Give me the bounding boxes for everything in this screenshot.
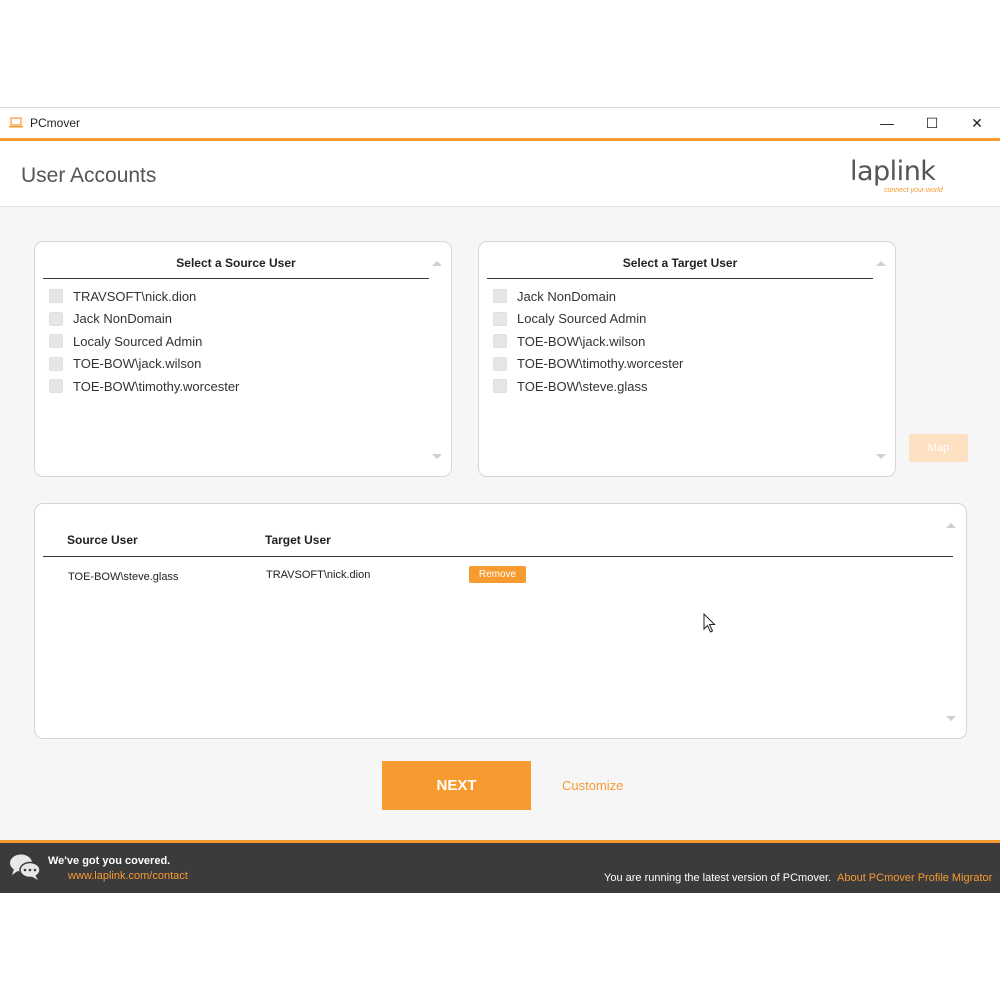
table-row: TOE-BOW\steve.glass TRAVSOFT\nick.dion R…	[35, 564, 945, 588]
close-button[interactable]: ✕	[954, 108, 1000, 138]
source-user-item[interactable]: Localy Sourced Admin	[49, 330, 239, 353]
checkbox[interactable]	[493, 289, 507, 304]
footer-tagline: We've got you covered.	[48, 855, 171, 867]
mapped-source-user: TOE-BOW\steve.glass	[68, 571, 179, 583]
scroll-down-arrow[interactable]	[876, 454, 886, 459]
scroll-up-arrow[interactable]	[876, 261, 886, 266]
checkbox[interactable]	[493, 311, 507, 326]
version-status: You are running the latest version of PC…	[604, 872, 832, 884]
footer: We've got you covered. www.laplink.com/c…	[0, 843, 1000, 893]
user-label: Localy Sourced Admin	[73, 333, 203, 349]
user-label: TOE-BOW\steve.glass	[517, 378, 648, 394]
source-user-item[interactable]: TOE-BOW\jack.wilson	[49, 353, 239, 376]
contact-link[interactable]: www.laplink.com/contact	[68, 870, 188, 882]
user-label: TOE-BOW\jack.wilson	[517, 333, 646, 349]
remove-button[interactable]: Remove	[469, 566, 526, 583]
mapped-target-user: TRAVSOFT\nick.dion	[266, 569, 371, 581]
target-user-panel: Select a Target User Jack NonDomain Loca…	[478, 241, 896, 477]
source-panel-heading: Select a Source User	[43, 255, 429, 279]
checkbox[interactable]	[49, 311, 63, 326]
user-label: TOE-BOW\jack.wilson	[73, 356, 202, 372]
user-label: TOE-BOW\timothy.worcester	[73, 378, 240, 394]
source-user-item[interactable]: TRAVSOFT\nick.dion	[49, 285, 239, 308]
checkbox[interactable]	[49, 356, 63, 371]
scroll-down-arrow[interactable]	[946, 716, 956, 721]
user-label: Jack NonDomain	[517, 288, 616, 304]
source-user-panel: Select a Source User TRAVSOFT\nick.dion …	[34, 241, 452, 477]
user-label: TRAVSOFT\nick.dion	[73, 288, 197, 304]
checkbox[interactable]	[49, 334, 63, 349]
maximize-button[interactable]: ☐	[909, 108, 955, 138]
target-user-item[interactable]: TOE-BOW\timothy.worcester	[493, 353, 683, 376]
user-label: TOE-BOW\timothy.worcester	[517, 356, 684, 372]
user-label: Localy Sourced Admin	[517, 311, 647, 327]
source-user-item[interactable]: Jack NonDomain	[49, 308, 239, 331]
next-button[interactable]: NEXT	[382, 761, 531, 810]
minimize-button[interactable]: —	[864, 108, 910, 138]
column-header-source: Source User	[67, 533, 138, 547]
target-user-item[interactable]: TOE-BOW\jack.wilson	[493, 330, 683, 353]
page-title: User Accounts	[21, 164, 157, 187]
checkbox[interactable]	[49, 289, 63, 304]
user-label: Jack NonDomain	[73, 311, 172, 327]
checkbox[interactable]	[493, 356, 507, 371]
checkbox[interactable]	[493, 379, 507, 394]
logo-text: laplink	[850, 156, 936, 187]
checkbox[interactable]	[493, 334, 507, 349]
customize-link[interactable]: Customize	[562, 778, 623, 793]
mapping-table-header: Source User Target User	[43, 533, 953, 557]
source-user-item[interactable]: TOE-BOW\timothy.worcester	[49, 375, 239, 398]
target-user-list: Jack NonDomain Localy Sourced Admin TOE-…	[493, 285, 683, 398]
mouse-pointer-icon	[703, 613, 716, 633]
target-user-item[interactable]: TOE-BOW\steve.glass	[493, 375, 683, 398]
map-button[interactable]: Map	[909, 434, 968, 462]
checkbox[interactable]	[49, 379, 63, 394]
column-header-target: Target User	[265, 533, 331, 547]
laptop-icon	[9, 117, 23, 128]
target-user-item[interactable]: Jack NonDomain	[493, 285, 683, 308]
user-mapping-panel: Source User Target User TOE-BOW\steve.gl…	[34, 503, 967, 739]
source-user-list: TRAVSOFT\nick.dion Jack NonDomain Localy…	[49, 285, 239, 398]
page-header: User Accounts laplink connect your world	[0, 141, 1000, 207]
about-link[interactable]: About PCmover Profile Migrator	[837, 872, 992, 884]
target-user-item[interactable]: Localy Sourced Admin	[493, 308, 683, 331]
title-bar: PCmover — ☐ ✕	[0, 108, 1000, 138]
pcmover-window: PCmover — ☐ ✕ User Accounts laplink conn…	[0, 107, 1000, 893]
scroll-up-arrow[interactable]	[432, 261, 442, 266]
chat-bubbles-icon	[10, 854, 41, 880]
scroll-up-arrow[interactable]	[946, 523, 956, 528]
target-panel-heading: Select a Target User	[487, 255, 873, 279]
window-title: PCmover	[30, 116, 81, 130]
laplink-logo: laplink connect your world	[850, 156, 960, 200]
scroll-down-arrow[interactable]	[432, 454, 442, 459]
logo-tagline: connect your world	[884, 187, 943, 194]
